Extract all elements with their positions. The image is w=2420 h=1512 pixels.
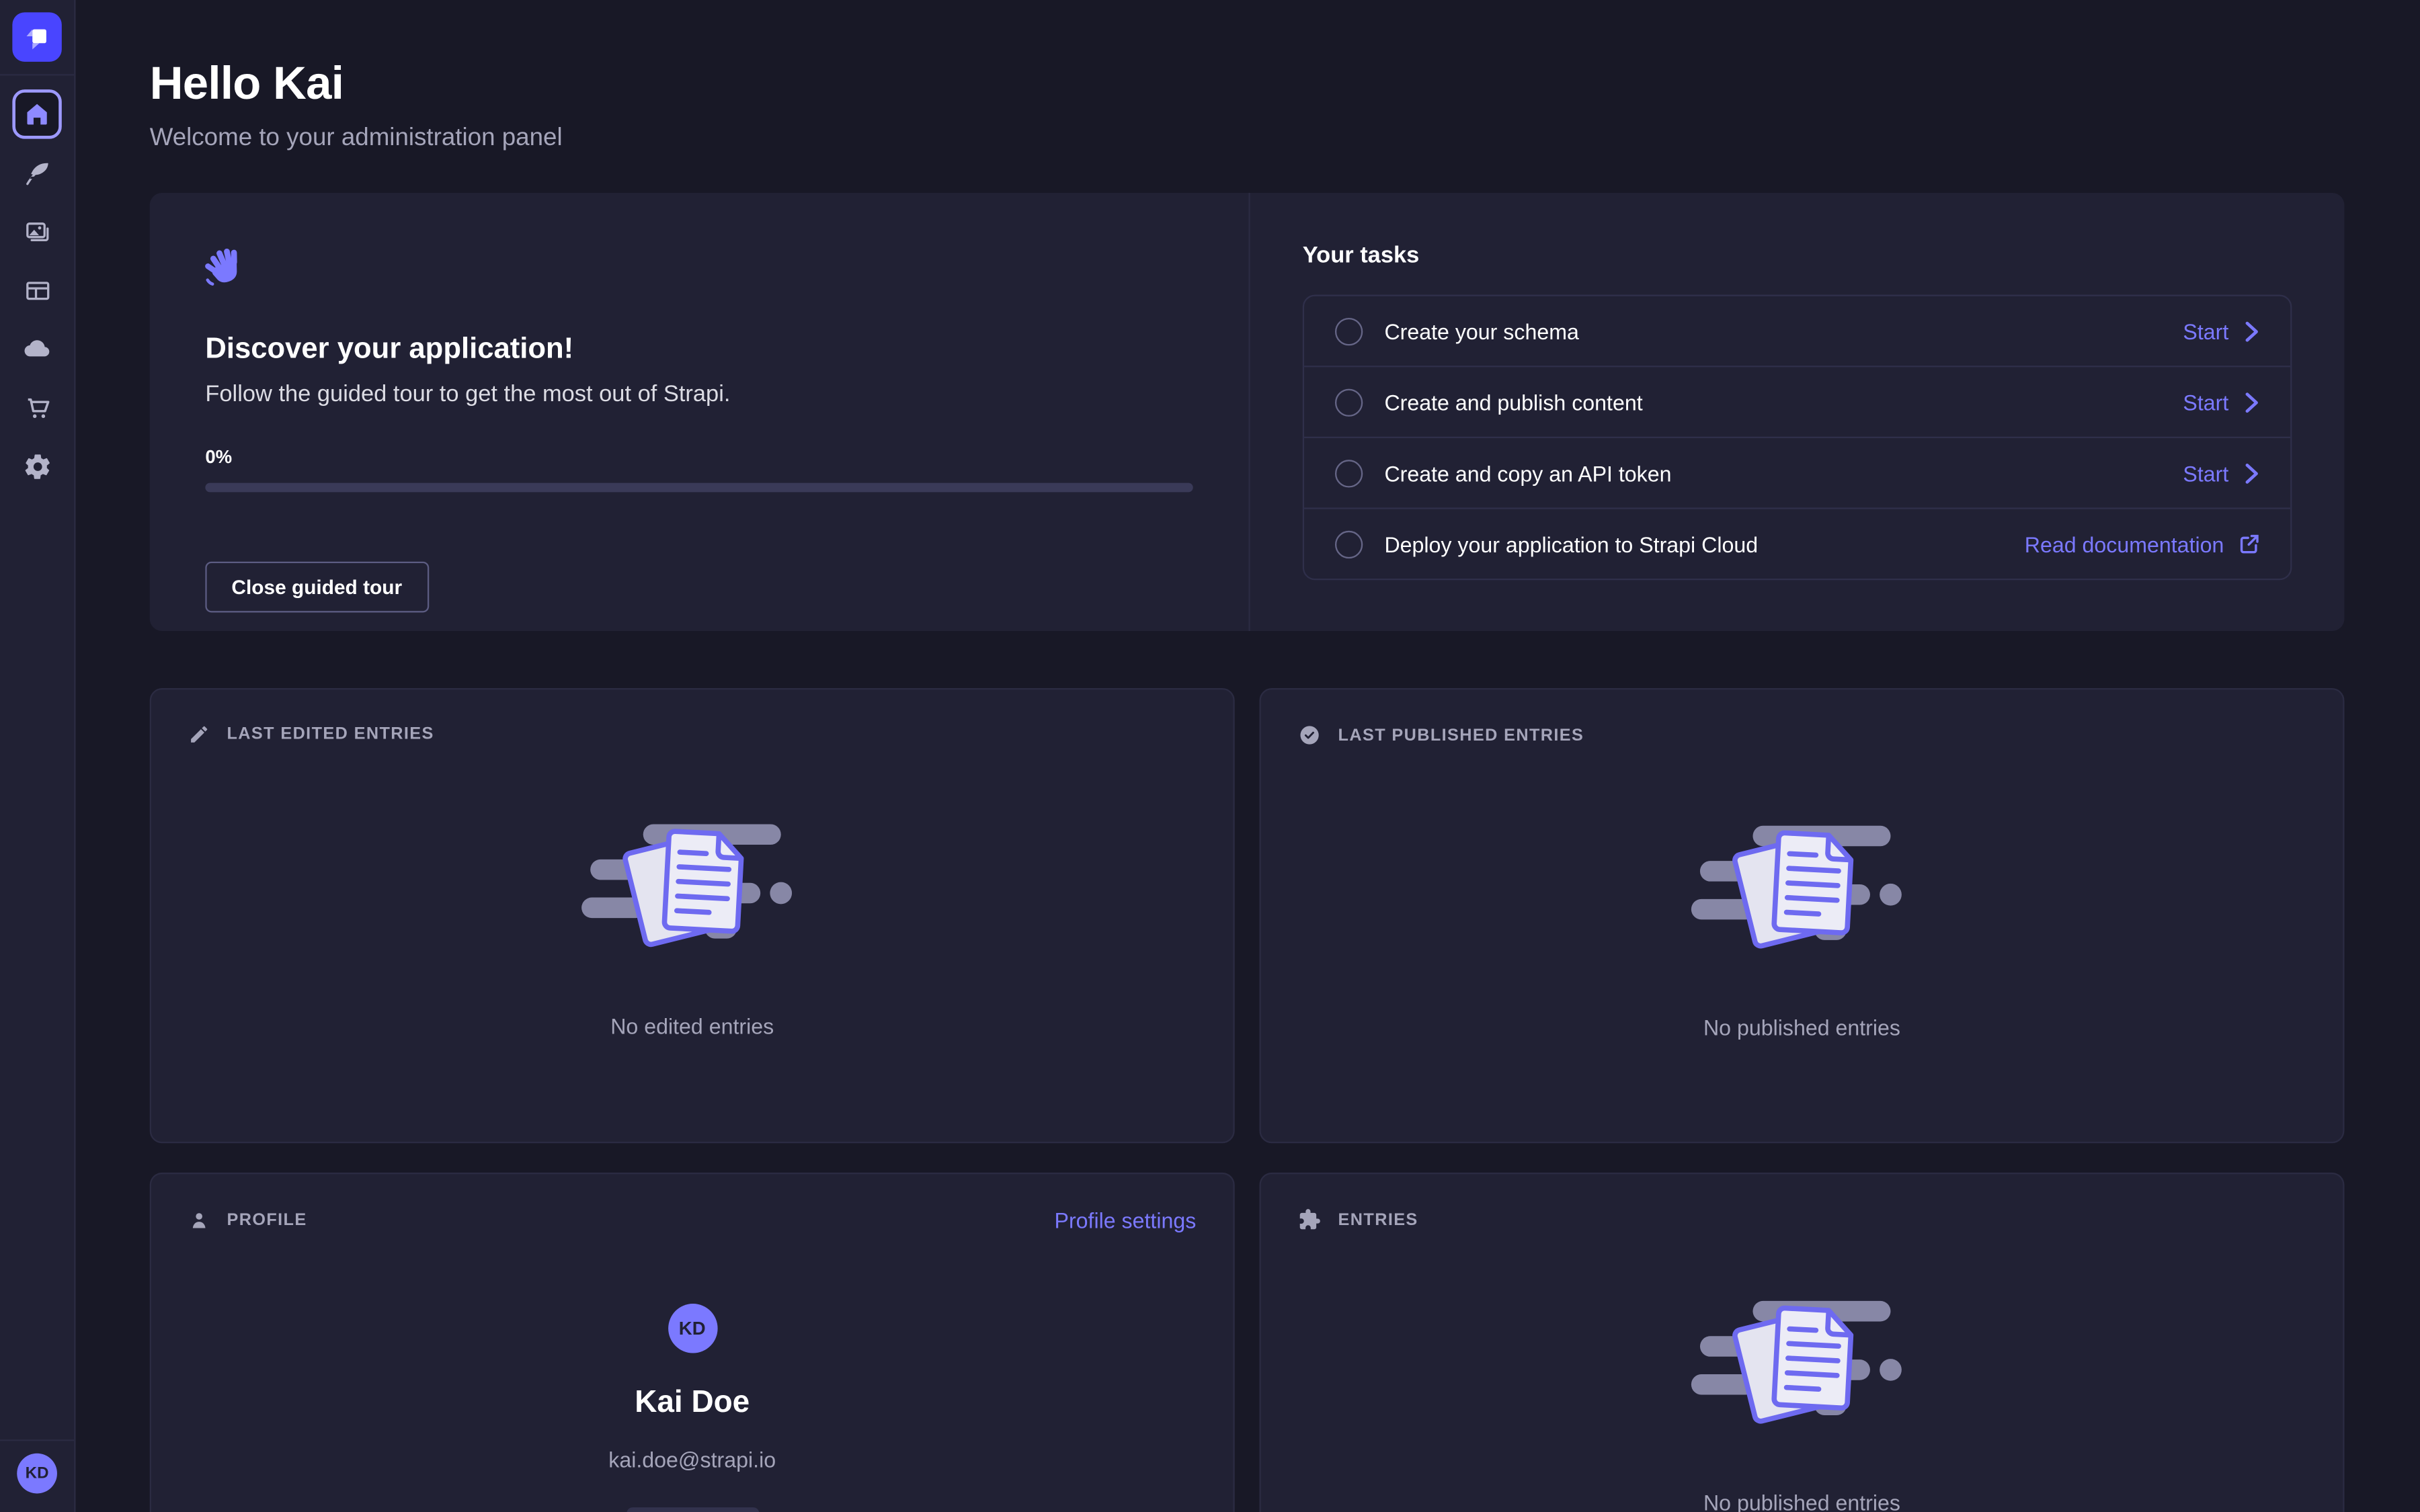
- profile-email: kai.doe@strapi.io: [608, 1447, 776, 1472]
- guided-tour-subtitle: Follow the guided tour to get the most o…: [205, 381, 1193, 407]
- chevron-right-icon: [2244, 320, 2259, 341]
- last-published-entries-card: LAST PUBLISHED ENTRIES: [1259, 688, 2344, 1143]
- sidebar-nav: [12, 89, 61, 491]
- close-guided-tour-button[interactable]: Close guided tour: [205, 562, 428, 613]
- guided-tour-section: Discover your application! Follow the gu…: [150, 193, 1249, 631]
- task-action-label: Read documentation: [2025, 532, 2224, 556]
- gear-icon: [22, 452, 52, 481]
- card-title: LAST PUBLISHED ENTRIES: [1338, 726, 1584, 745]
- documents-illustration: [1685, 802, 1919, 978]
- chevron-right-icon: [2244, 391, 2259, 413]
- wave-hand-icon: [202, 239, 251, 288]
- tasks-title: Your tasks: [1303, 242, 2292, 268]
- empty-state-text: No edited entries: [610, 1013, 774, 1038]
- documents-illustration: [1685, 1277, 1919, 1454]
- sidebar-item-content-type-builder[interactable]: [12, 265, 61, 314]
- task-status-circle: [1335, 388, 1363, 415]
- task-action-label: Start: [2183, 319, 2228, 343]
- task-label: Create and publish content: [1384, 390, 1642, 415]
- sidebar-item-settings[interactable]: [12, 442, 61, 491]
- empty-state: No edited entries: [188, 801, 1196, 1039]
- sidebar-divider-bottom: [0, 1439, 74, 1441]
- cloud-icon: [22, 333, 52, 364]
- card-header: LAST EDITED ENTRIES: [188, 724, 1196, 745]
- profile-body: KD Kai Doe kai.doe@strapi.io: [188, 1304, 1196, 1512]
- last-edited-entries-card: LAST EDITED ENTRIES: [150, 688, 1235, 1143]
- sidebar-item-marketplace[interactable]: [12, 382, 61, 431]
- task-start-link[interactable]: Start: [2183, 319, 2259, 343]
- page-subtitle: Welcome to your administration panel: [150, 125, 2345, 153]
- sidebar-item-home[interactable]: [12, 89, 61, 138]
- task-row-create-api-token[interactable]: Create and copy an API token Start: [1304, 438, 2290, 509]
- strapi-admin-dashboard: KD Hello Kai Welcome to your administrat…: [0, 0, 2420, 1512]
- tasks-list: Create your schema Start Create and publ…: [1303, 295, 2292, 581]
- profile-role-badge: [626, 1507, 758, 1512]
- task-row-create-publish-content[interactable]: Create and publish content Start: [1304, 367, 2290, 438]
- card-title: LAST EDITED ENTRIES: [227, 725, 434, 744]
- page-title: Hello Kai: [150, 58, 2345, 111]
- card-title: ENTRIES: [1338, 1210, 1418, 1229]
- read-documentation-link[interactable]: Read documentation: [2025, 532, 2259, 556]
- guided-tour-panel: Discover your application! Follow the gu…: [150, 193, 2345, 631]
- check-circle-icon: [1298, 724, 1321, 747]
- card-header: ENTRIES: [1298, 1208, 2306, 1231]
- task-start-link[interactable]: Start: [2183, 460, 2259, 485]
- strapi-logo-icon[interactable]: [12, 12, 61, 61]
- tasks-section: Your tasks Create your schema Start: [1248, 193, 2344, 631]
- empty-state-text: No published entries: [1703, 1015, 1900, 1040]
- person-icon: [188, 1210, 210, 1231]
- card-title: PROFILE: [227, 1211, 307, 1230]
- sidebar: KD: [0, 0, 75, 1512]
- empty-state: No published entries: [1298, 1277, 2306, 1512]
- task-action-label: Start: [2183, 460, 2228, 485]
- card-header: PROFILE Profile settings: [188, 1208, 1196, 1233]
- profile-name: Kai Doe: [635, 1386, 750, 1421]
- profile-settings-link[interactable]: Profile settings: [1055, 1208, 1197, 1233]
- cart-icon: [22, 392, 52, 422]
- sidebar-bottom: KD: [0, 1439, 74, 1512]
- sidebar-divider-top: [0, 74, 74, 75]
- card-header: LAST PUBLISHED ENTRIES: [1298, 724, 2306, 747]
- task-status-circle: [1335, 459, 1363, 487]
- profile-avatar: KD: [668, 1304, 717, 1353]
- task-row-create-schema[interactable]: Create your schema Start: [1304, 296, 2290, 368]
- puzzle-icon: [1298, 1208, 1321, 1231]
- task-label: Create and copy an API token: [1384, 460, 1671, 485]
- chevron-right-icon: [2244, 462, 2259, 484]
- layout-builder-icon: [22, 276, 52, 305]
- sidebar-item-content-manager[interactable]: [12, 148, 61, 197]
- sidebar-item-cloud[interactable]: [12, 324, 61, 373]
- profile-card: PROFILE Profile settings KD Kai Doe kai.…: [150, 1173, 1235, 1512]
- main-content: Hello Kai Welcome to your administration…: [75, 0, 2419, 1512]
- progress-label: 0%: [205, 446, 1193, 468]
- empty-state-text: No published entries: [1703, 1490, 1900, 1512]
- task-action-label: Start: [2183, 390, 2228, 415]
- media-library-icon: [22, 217, 52, 247]
- task-label: Deploy your application to Strapi Cloud: [1384, 532, 1758, 556]
- user-avatar[interactable]: KD: [17, 1454, 57, 1494]
- task-row-deploy-strapi-cloud[interactable]: Deploy your application to Strapi Cloud …: [1304, 509, 2290, 579]
- widgets-grid: LAST EDITED ENTRIES: [150, 688, 2345, 1512]
- strapi-logo-glyph: [19, 19, 56, 56]
- entries-card: ENTRIES: [1259, 1173, 2344, 1512]
- guided-tour-title: Discover your application!: [205, 333, 1193, 368]
- task-start-link[interactable]: Start: [2183, 390, 2259, 415]
- task-label: Create your schema: [1384, 319, 1578, 343]
- home-icon: [23, 100, 50, 128]
- progress-bar: [205, 483, 1193, 493]
- task-status-circle: [1335, 317, 1363, 345]
- empty-state: No published entries: [1298, 802, 2306, 1040]
- task-status-circle: [1335, 530, 1363, 558]
- documents-illustration: [575, 801, 809, 977]
- external-link-icon: [2239, 534, 2259, 554]
- pencil-icon: [188, 724, 210, 745]
- sidebar-item-media-library[interactable]: [12, 207, 61, 256]
- feather-icon: [22, 158, 52, 187]
